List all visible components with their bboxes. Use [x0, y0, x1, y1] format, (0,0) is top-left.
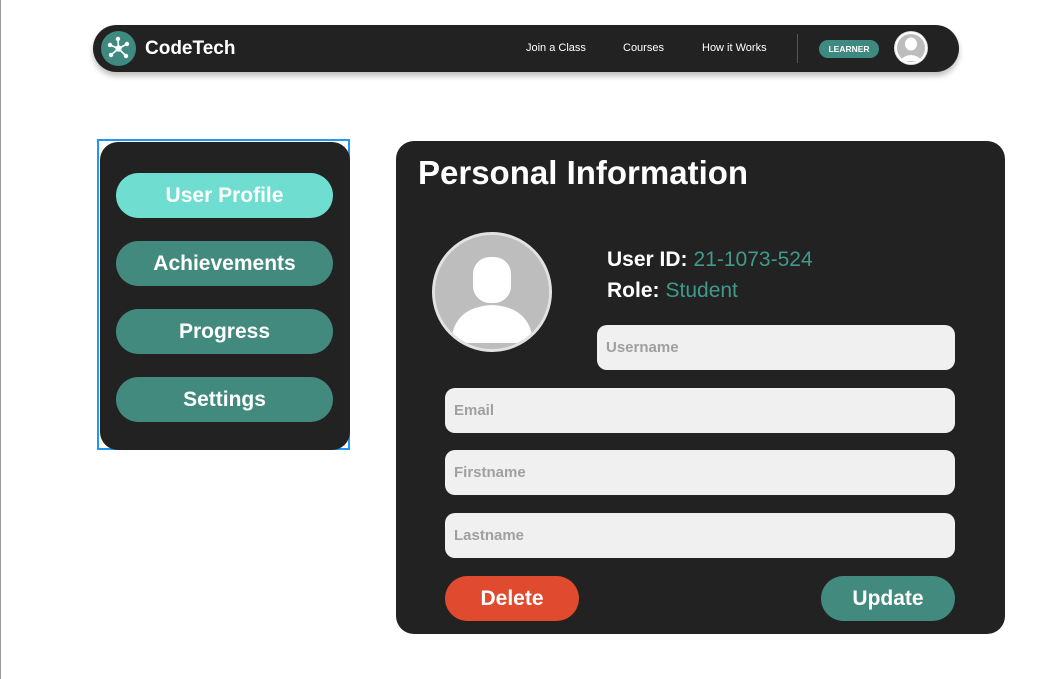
- firstname-field[interactable]: Firstname: [445, 450, 955, 495]
- brand-name[interactable]: CodeTech: [145, 38, 235, 60]
- user-id-label: User ID:: [607, 248, 688, 271]
- top-navbar: CodeTech Join a Class Courses How it Wor…: [93, 25, 959, 72]
- personal-info-card: Personal Information User ID: 21-1073-524…: [396, 141, 1005, 634]
- sidebar-item-user-profile[interactable]: User Profile: [116, 173, 333, 218]
- sidebar-item-achievements[interactable]: Achievements: [116, 241, 333, 286]
- delete-button[interactable]: Delete: [445, 576, 579, 621]
- role-value: Student: [665, 279, 738, 302]
- nav-link-join-class[interactable]: Join a Class: [526, 42, 586, 54]
- update-button[interactable]: Update: [821, 576, 955, 621]
- role-line: Role: Student: [607, 279, 738, 303]
- page-left-rule: [0, 0, 1, 679]
- user-avatar-icon[interactable]: [894, 31, 928, 65]
- user-id-line: User ID: 21-1073-524: [607, 248, 813, 272]
- role-badge: LEARNER: [819, 40, 879, 58]
- email-field[interactable]: Email: [445, 388, 955, 433]
- sidebar-item-progress[interactable]: Progress: [116, 309, 333, 354]
- user-avatar-icon[interactable]: [432, 232, 552, 352]
- nav-divider: [797, 34, 798, 63]
- sidebar: User Profile Achievements Progress Setti…: [100, 142, 350, 450]
- sidebar-item-settings[interactable]: Settings: [116, 377, 333, 422]
- username-field[interactable]: Username: [597, 325, 955, 370]
- nav-link-how-it-works[interactable]: How it Works: [702, 42, 767, 54]
- page-title: Personal Information: [418, 154, 749, 191]
- network-nodes-icon[interactable]: [101, 31, 136, 66]
- nav-link-courses[interactable]: Courses: [623, 42, 664, 54]
- user-id-value: 21-1073-524: [693, 248, 813, 271]
- role-label: Role:: [607, 279, 660, 302]
- lastname-field[interactable]: Lastname: [445, 513, 955, 558]
